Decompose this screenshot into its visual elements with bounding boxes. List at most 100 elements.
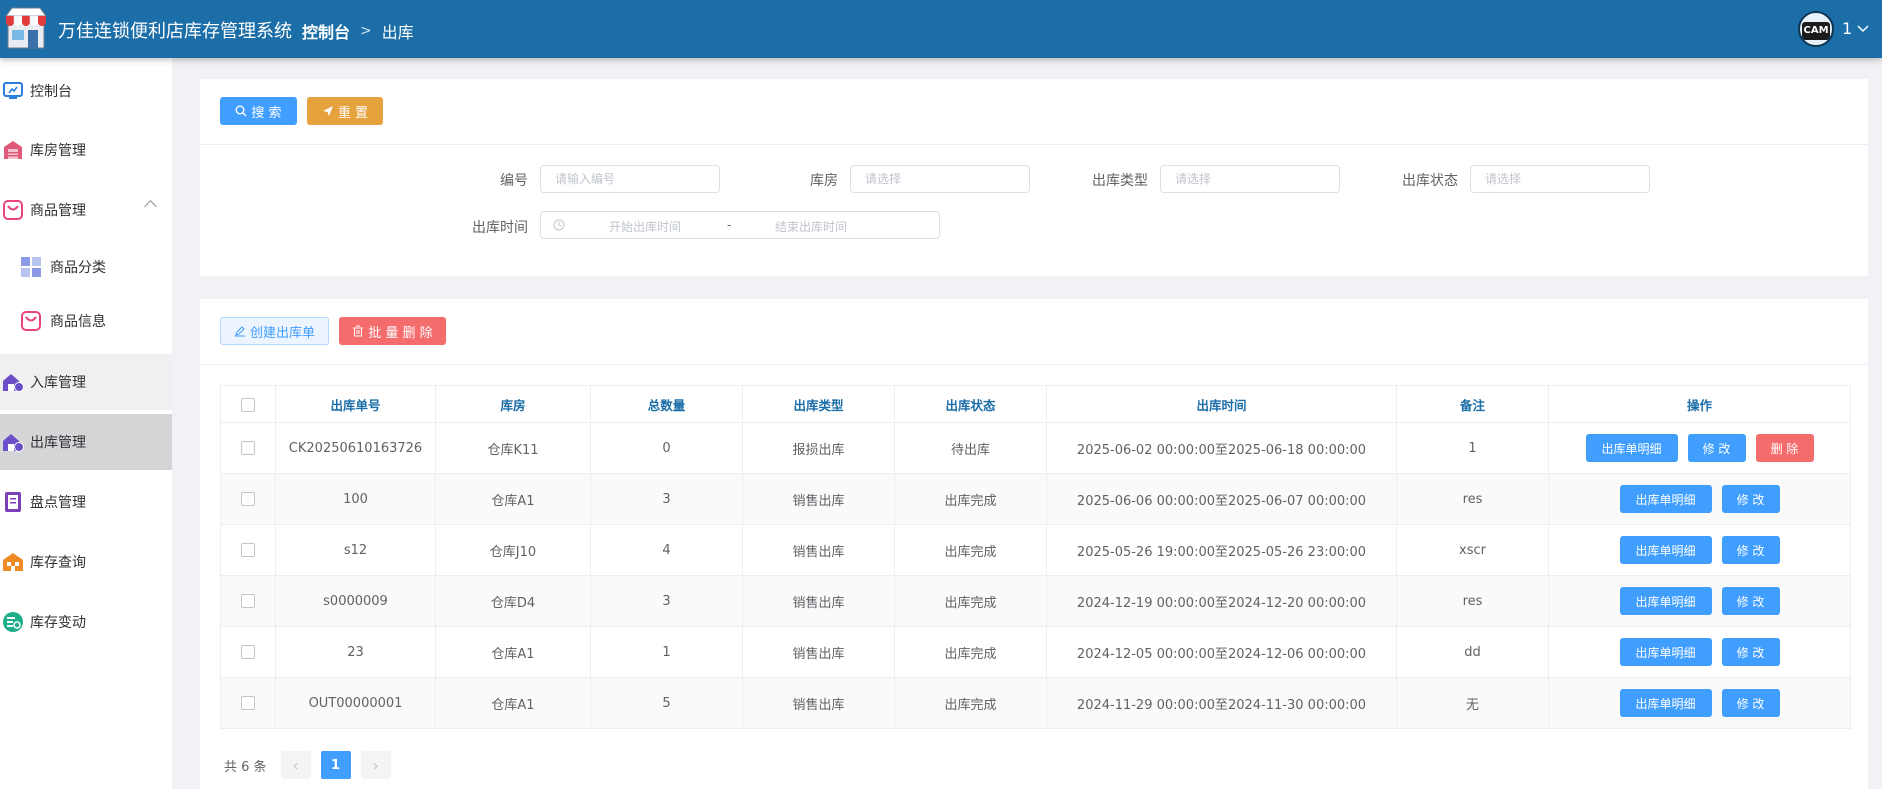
sidebar-item-goods[interactable]: 商品管理 bbox=[0, 182, 172, 238]
cell-status: 出库完成 bbox=[894, 575, 1047, 627]
goods-icon bbox=[3, 200, 23, 220]
cell-warehouse: 仓库A1 bbox=[435, 473, 591, 525]
warehouse-select[interactable] bbox=[850, 165, 1030, 193]
outbound-icon bbox=[3, 434, 24, 452]
sidebar-item-goods-info[interactable]: 商品信息 bbox=[0, 293, 172, 349]
sidebar-item-warehouse[interactable]: 库房管理 bbox=[0, 122, 172, 178]
breadcrumb-home[interactable]: 控制台 bbox=[302, 19, 350, 43]
sidebar-item-inbound[interactable]: 入库管理 bbox=[0, 354, 172, 410]
stock-change-icon bbox=[3, 612, 23, 632]
dashboard-icon bbox=[3, 82, 23, 99]
create-outbound-button[interactable]: 创建出库单 bbox=[220, 317, 329, 345]
cell-time: 2025-06-02 00:00:00至2025-06-18 00:00:00 bbox=[1046, 422, 1397, 474]
sidebar-item-category[interactable]: 商品分类 bbox=[0, 239, 172, 295]
user-name: 1 bbox=[1842, 19, 1853, 38]
sidebar-item-label: 商品管理 bbox=[30, 203, 86, 219]
cell-qty: 1 bbox=[590, 626, 743, 678]
cell-type: 销售出库 bbox=[742, 677, 895, 729]
table-row: s12 仓库J10 4 销售出库 出库完成 2025-05-26 19:00:0… bbox=[220, 524, 1851, 576]
sidebar-item-inventory-check[interactable]: 盘点管理 bbox=[0, 474, 172, 530]
detail-button[interactable]: 出库单明细 bbox=[1619, 536, 1712, 564]
cell-remark: res bbox=[1396, 473, 1549, 525]
search-button[interactable]: 搜 索 bbox=[220, 97, 297, 125]
edit-button[interactable]: 修 改 bbox=[1687, 434, 1746, 462]
time-range-picker[interactable]: 开始出库时间 - 结束出库时间 bbox=[540, 211, 940, 239]
user-menu[interactable]: 1 bbox=[1842, 19, 1869, 38]
column-header: 出库时间 bbox=[1046, 385, 1397, 423]
detail-button[interactable]: 出库单明细 bbox=[1619, 638, 1712, 666]
next-page-button[interactable]: › bbox=[360, 751, 391, 779]
edit-icon bbox=[234, 326, 245, 337]
end-time-input[interactable]: 结束出库时间 bbox=[775, 218, 847, 235]
cell-qty: 5 bbox=[590, 677, 743, 729]
cell-status: 出库完成 bbox=[894, 524, 1047, 576]
sidebar-item-label: 入库管理 bbox=[30, 375, 86, 391]
column-header: 备注 bbox=[1396, 385, 1549, 423]
page-1-button[interactable]: 1 bbox=[320, 751, 351, 779]
pagination: 共 6 条 ‹ 1 › bbox=[224, 751, 391, 779]
column-header: 出库状态 bbox=[894, 385, 1047, 423]
column-header: 出库类型 bbox=[742, 385, 895, 423]
edit-button[interactable]: 修 改 bbox=[1721, 587, 1780, 615]
cell-time: 2025-06-06 00:00:00至2025-06-07 00:00:00 bbox=[1046, 473, 1397, 525]
inventory-check-icon bbox=[5, 492, 21, 512]
batch-delete-button[interactable]: 批 量 删 除 bbox=[339, 317, 446, 345]
stock-query-icon bbox=[3, 553, 23, 571]
sidebar-item-stock-query[interactable]: 库存查询 bbox=[0, 534, 172, 590]
sidebar-item-dashboard[interactable]: 控制台 bbox=[0, 63, 172, 119]
edit-button[interactable]: 修 改 bbox=[1721, 485, 1780, 513]
type-select[interactable] bbox=[1160, 165, 1340, 193]
cell-type: 报损出库 bbox=[742, 422, 895, 474]
row-checkbox[interactable] bbox=[220, 473, 276, 525]
panel-divider bbox=[200, 144, 1868, 145]
select-all-checkbox[interactable] bbox=[220, 385, 276, 423]
sidebar-item-stock-change[interactable]: 库存变动 bbox=[0, 594, 172, 650]
column-header: 操作 bbox=[1548, 385, 1851, 423]
category-icon bbox=[21, 257, 41, 277]
cell-warehouse: 仓库A1 bbox=[435, 626, 591, 678]
table-row: 23 仓库A1 1 销售出库 出库完成 2024-12-05 00:00:00至… bbox=[220, 626, 1851, 678]
row-checkbox[interactable] bbox=[220, 524, 276, 576]
cell-type: 销售出库 bbox=[742, 626, 895, 678]
cell-time: 2025-05-26 19:00:00至2025-05-26 23:00:00 bbox=[1046, 524, 1397, 576]
detail-button[interactable]: 出库单明细 bbox=[1585, 434, 1678, 462]
row-checkbox[interactable] bbox=[220, 422, 276, 474]
chevron-up-icon bbox=[144, 200, 157, 213]
edit-button[interactable]: 修 改 bbox=[1721, 689, 1780, 717]
total-count: 共 6 条 bbox=[224, 759, 267, 775]
reset-button[interactable]: 重 置 bbox=[307, 97, 383, 125]
cell-actions: 出库单明细 修 改 bbox=[1548, 626, 1851, 678]
avatar[interactable]: CAM bbox=[1798, 11, 1834, 47]
cell-remark: dd bbox=[1396, 626, 1549, 678]
row-checkbox[interactable] bbox=[220, 677, 276, 729]
edit-button[interactable]: 修 改 bbox=[1721, 536, 1780, 564]
sidebar-item-label: 商品信息 bbox=[50, 314, 106, 330]
edit-button[interactable]: 修 改 bbox=[1721, 638, 1780, 666]
status-select[interactable] bbox=[1470, 165, 1650, 193]
column-header: 总数量 bbox=[590, 385, 743, 423]
detail-button[interactable]: 出库单明细 bbox=[1619, 587, 1712, 615]
sidebar-item-label: 商品分类 bbox=[50, 260, 106, 276]
sidebar-item-label: 库存查询 bbox=[30, 555, 86, 571]
cell-warehouse: 仓库D4 bbox=[435, 575, 591, 627]
row-checkbox[interactable] bbox=[220, 626, 276, 678]
prev-page-button[interactable]: ‹ bbox=[280, 751, 311, 779]
goods-info-icon bbox=[21, 311, 41, 331]
cell-time: 2024-12-19 00:00:00至2024-12-20 00:00:00 bbox=[1046, 575, 1397, 627]
delete-button[interactable]: 删 除 bbox=[1755, 434, 1814, 462]
time-label: 出库时间 bbox=[472, 220, 528, 236]
detail-button[interactable]: 出库单明细 bbox=[1619, 485, 1712, 513]
cell-warehouse: 仓库K11 bbox=[435, 422, 591, 474]
sidebar-item-outbound[interactable]: 出库管理 bbox=[0, 414, 172, 470]
type-label: 出库类型 bbox=[1092, 173, 1148, 189]
breadcrumb: 控制台 > 出库 bbox=[302, 19, 414, 43]
detail-button[interactable]: 出库单明细 bbox=[1619, 689, 1712, 717]
search-icon bbox=[235, 105, 247, 117]
row-checkbox[interactable] bbox=[220, 575, 276, 627]
store-logo-icon bbox=[5, 7, 47, 49]
sidebar-item-label: 库存变动 bbox=[30, 615, 86, 631]
start-time-input[interactable]: 开始出库时间 bbox=[609, 218, 681, 235]
cell-code: CK20250610163726 bbox=[275, 422, 436, 474]
code-input[interactable] bbox=[540, 165, 720, 193]
inbound-icon bbox=[3, 374, 24, 392]
